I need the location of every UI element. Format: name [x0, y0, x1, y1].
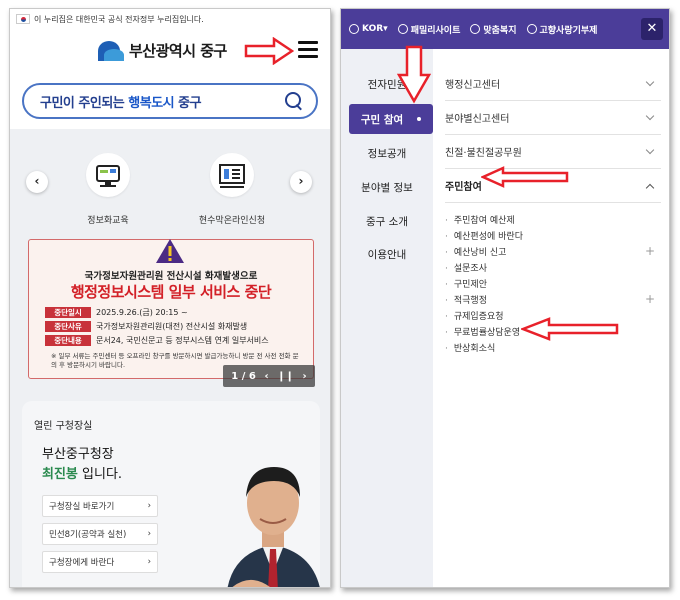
sub-menu-item[interactable]: · 주민참여 예산제 [445, 211, 661, 227]
korea-flag-icon [16, 14, 30, 24]
language-selector[interactable]: KOR ▾ [349, 24, 388, 34]
close-icon[interactable]: ✕ [641, 18, 663, 40]
sub-menu-item[interactable]: · 적극행정 + [445, 291, 661, 307]
service-label: 정보화교육 [87, 216, 129, 226]
logo-text: 부산광역시 중구 [129, 41, 227, 60]
notice-row: 중단사유 국가정보자원관리원(대전) 전산시설 화재발생 [45, 320, 305, 333]
gov-notice-text: 이 누리집은 대한민국 공식 전자정부 누리집입니다. [34, 14, 204, 24]
category-item[interactable]: 중구 소개 [341, 214, 433, 229]
gov-notice-bar: 이 누리집은 대한민국 공식 전자정부 누리집입니다. [10, 9, 330, 29]
red-arrow-annotation [397, 45, 431, 104]
site-logo[interactable]: 부산광역시 중구 [98, 39, 227, 61]
notice-row-value: 국가정보자원관리원(대전) 전산시설 화재발생 [96, 322, 248, 331]
chevron-down-icon [645, 145, 655, 154]
red-arrow-annotation [521, 317, 619, 341]
active-dot-icon [417, 117, 422, 121]
search-icon[interactable] [284, 91, 304, 111]
office-link-button[interactable]: 민선8기(공약과 실천) › [42, 523, 158, 545]
sub-menu-item[interactable]: · 예산편성에 바란다 [445, 227, 661, 243]
chevron-right-icon: › [147, 557, 151, 567]
chevron-up-icon [645, 183, 655, 192]
category-item[interactable]: 정보공개 [341, 146, 433, 161]
hometown-donation-link[interactable]: 고향사랑기부제 [526, 23, 597, 36]
menu-item[interactable]: 행정신고센터 [445, 67, 661, 101]
sub-menu-item[interactable]: · 구민제안 [445, 275, 661, 291]
chevron-down-icon [645, 111, 655, 120]
chevron-right-icon: › [147, 501, 151, 511]
notice-details: 중단일시 2025.9.26.(금) 20:15 ~ 중단사유 국가정보자원관리원(… [45, 306, 305, 348]
pager-prev-icon[interactable]: ‹ [264, 371, 268, 382]
service-outage-notice[interactable]: 국가정보자원관리원 전산시설 화재발생으로 행정정보시스템 일부 서비스 중단 … [28, 239, 314, 379]
notice-title: 행정정보시스템 일부 서비스 중단 [70, 283, 272, 301]
hamburger-menu-icon[interactable] [298, 41, 318, 59]
pager-next-icon[interactable]: › [303, 371, 307, 382]
chevron-right-icon: › [147, 529, 151, 539]
notice-row: 중단일시 2025.9.26.(금) 20:15 ~ [45, 306, 305, 319]
prev-arrow-icon[interactable]: ‹ [26, 171, 48, 193]
plus-icon[interactable]: + [645, 244, 655, 258]
notice-subtitle: 국가정보자원관리원 전산시설 화재발생으로 [84, 271, 258, 282]
menu-item[interactable]: 분야별신고센터 [445, 101, 661, 135]
menu-category-list: 전자민원 구민 참여 정보공개 분야별 정보 중구 소개 이용안내 [341, 49, 433, 587]
welfare-icon [470, 24, 481, 34]
sub-menu-item[interactable]: · 반상회소식 [445, 339, 661, 355]
office-link-button[interactable]: 구청장에게 바란다 › [42, 551, 158, 573]
mayor-portrait-image [227, 467, 320, 587]
category-item[interactable]: 이용안내 [341, 247, 433, 262]
notice-row-value: 문서24, 국민신문고 등 정부시스템 연계 일부서비스 [96, 336, 269, 345]
open-mayor-office-card: 열린 구청장실 부산중구청장 최진봉 입니다. 구청장실 바로가기 › 민선8기(… [22, 401, 320, 587]
banner-pager: 1 / 6 ‹ ❙❙ › [223, 365, 315, 387]
category-item-active[interactable]: 구민 참여 [349, 104, 433, 134]
junggu-logo-icon [98, 39, 124, 61]
mayor-name: 최진봉 입니다. [42, 467, 123, 482]
chevron-down-icon [645, 77, 655, 86]
family-site-link[interactable]: 패밀리사이트 [397, 23, 460, 36]
search-slogan: 구민이 주인되는 행복도시 중구 [40, 95, 202, 111]
notice-row-value: 2025.9.26.(금) 20:15 ~ [96, 308, 188, 317]
office-card-tag: 열린 구청장실 [34, 421, 93, 432]
mobile-home-screen: 이 누리집은 대한민국 공식 전자정부 누리집입니다. 부산광역시 중구 구민이… [9, 8, 331, 588]
next-arrow-icon[interactable]: › [290, 171, 312, 193]
menu-top-bar: KOR ▾ 패밀리사이트 맞춤복지 고향사랑기부제 ✕ [341, 9, 669, 49]
monitor-icon [86, 153, 130, 197]
pager-count: 1 / 6 [231, 370, 256, 382]
office-card-title: 부산중구청장 [42, 447, 114, 462]
service-label: 현수막온라인신청 [198, 216, 266, 226]
quick-service-carousel: ‹ 정보화교육 현수막온라인신청 › [10, 137, 330, 229]
red-arrow-annotation [244, 37, 294, 65]
sub-menu-item[interactable]: · 설문조사 [445, 259, 661, 275]
category-item[interactable]: 분야별 정보 [341, 180, 433, 195]
caret-down-icon: ▾ [383, 24, 388, 34]
custom-welfare-link[interactable]: 맞춤복지 [470, 23, 517, 36]
plus-icon[interactable]: + [645, 292, 655, 306]
office-link-button[interactable]: 구청장실 바로가기 › [42, 495, 158, 517]
site-header: 부산광역시 중구 [10, 29, 330, 75]
banner-icon [210, 153, 254, 197]
red-arrow-annotation [481, 166, 569, 188]
main-content-area: ‹ 정보화교육 현수막온라인신청 › 국가정보자원관리원 전산시설 화재발생으로… [10, 129, 330, 587]
family-site-icon [397, 24, 408, 34]
donation-icon [526, 24, 537, 34]
notice-row-label: 중단사유 [45, 321, 91, 332]
notice-row-label: 중단일시 [45, 307, 91, 318]
search-bar[interactable]: 구민이 주인되는 행복도시 중구 [22, 83, 318, 119]
globe-icon [349, 24, 359, 34]
sub-menu-item[interactable]: · 예산낭비 신고 + [445, 243, 661, 259]
menu-item[interactable]: 친절·불친절공무원 [445, 135, 661, 169]
service-item-banner[interactable]: 현수막온라인신청 [182, 153, 282, 226]
notice-row-label: 중단내용 [45, 335, 91, 346]
service-item-education[interactable]: 정보화교육 [58, 153, 158, 226]
mobile-menu-screen: KOR ▾ 패밀리사이트 맞춤복지 고향사랑기부제 ✕ 전자민원 구민 참여 정보… [340, 8, 670, 588]
warning-icon [156, 239, 184, 263]
pager-pause-icon[interactable]: ❙❙ [277, 371, 294, 382]
notice-row: 중단내용 문서24, 국민신문고 등 정부시스템 연계 일부서비스 [45, 334, 305, 347]
